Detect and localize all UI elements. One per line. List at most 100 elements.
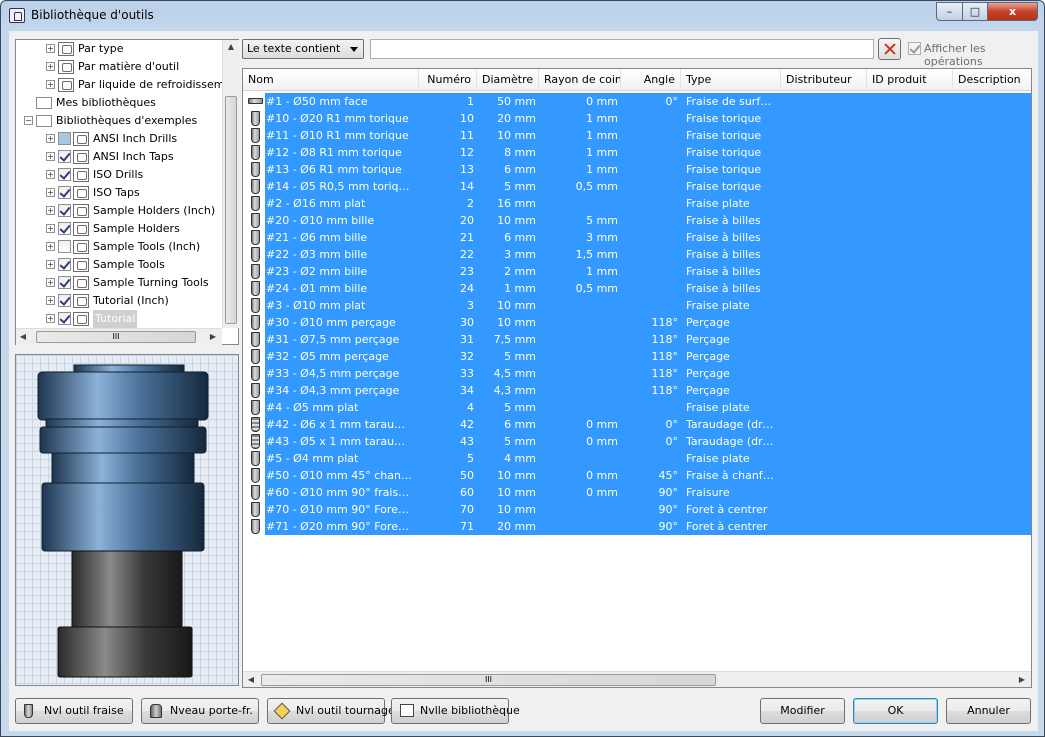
table-row[interactable]: #71 - Ø20 mm 90° Foret à c… 71 20 mm 90° For…: [243, 518, 1031, 535]
collapse-icon[interactable]: −: [24, 116, 33, 125]
expand-icon[interactable]: +: [46, 80, 55, 89]
scroll-left-arrow-icon[interactable]: ◀: [246, 675, 256, 684]
library-checkbox[interactable]: [58, 258, 71, 271]
table-row[interactable]: #21 - Ø6 mm bille 21 6 mm 3 mm Fraise à bill…: [243, 229, 1031, 246]
column-header[interactable]: Angle: [621, 69, 681, 91]
column-header[interactable]: Diamètre: [477, 69, 539, 91]
filter-text-input[interactable]: [370, 39, 874, 59]
scroll-right-arrow-icon[interactable]: ▶: [1017, 675, 1027, 684]
library-checkbox[interactable]: [58, 294, 71, 307]
scroll-left-arrow-icon[interactable]: ◀: [18, 332, 28, 341]
tree-item[interactable]: + Par matière d'outil: [16, 58, 222, 76]
close-button[interactable]: x: [987, 2, 1038, 21]
table-row[interactable]: #32 - Ø5 mm perçage 32 5 mm 118° Perçage: [243, 348, 1031, 365]
column-header[interactable]: ID produit: [867, 69, 953, 91]
tree-item[interactable]: + ANSI Inch Taps: [16, 148, 222, 166]
tree-item[interactable]: + Sample Tools (Inch): [16, 238, 222, 256]
tree-item[interactable]: + Sample Turning Tools: [16, 274, 222, 292]
new-holder-button[interactable]: Nveau porte-fr.: [141, 698, 259, 724]
library-checkbox[interactable]: [58, 222, 71, 235]
tree-horizontal-scrollbar[interactable]: ◀ III ▶: [16, 328, 222, 345]
tree-item[interactable]: + Par type: [16, 40, 222, 58]
tree-item[interactable]: − Bibliothèques d'exemples: [16, 112, 222, 130]
expand-icon[interactable]: +: [46, 44, 55, 53]
column-header[interactable]: Type: [681, 69, 781, 91]
table-row[interactable]: #10 - Ø20 R1 mm torique 10 20 mm 1 mm Fraise…: [243, 110, 1031, 127]
table-row[interactable]: #33 - Ø4,5 mm perçage 33 4,5 mm 118° Perçage: [243, 365, 1031, 382]
show-operations-checkbox[interactable]: [908, 42, 921, 55]
expand-icon[interactable]: +: [46, 134, 55, 143]
table-row[interactable]: #60 - Ø10 mm 90° fraisure 60 10 mm 0 mm 90° F…: [243, 484, 1031, 501]
table-row[interactable]: #3 - Ø10 mm plat 3 10 mm Fraise plate: [243, 297, 1031, 314]
title-bar[interactable]: Bibliothèque d'outils – □ x: [1, 1, 1044, 31]
table-row[interactable]: #31 - Ø7,5 mm perçage 31 7,5 mm 118° Perçage: [243, 331, 1031, 348]
scroll-right-arrow-icon[interactable]: ▶: [208, 332, 218, 341]
maximize-button[interactable]: □: [962, 2, 988, 21]
tree-item[interactable]: + Tutorial: [16, 310, 222, 328]
new-mill-tool-button[interactable]: Nvl outil fraise: [15, 698, 133, 724]
expand-icon[interactable]: +: [46, 296, 55, 305]
expand-icon[interactable]: +: [46, 170, 55, 179]
new-turning-tool-button[interactable]: Nvl outil tournage: [267, 698, 395, 724]
tree-item[interactable]: + Sample Holders (Inch): [16, 202, 222, 220]
table-row[interactable]: #42 - Ø6 x 1 mm taraudage … 42 6 mm 0 mm 0° T…: [243, 416, 1031, 433]
table-row[interactable]: #24 - Ø1 mm bille 24 1 mm 0,5 mm Fraise à bi…: [243, 280, 1031, 297]
table-row[interactable]: #2 - Ø16 mm plat 2 16 mm Fraise plate: [243, 195, 1031, 212]
column-header[interactable]: Numéro: [419, 69, 477, 91]
table-row[interactable]: #34 - Ø4,3 mm perçage 34 4,3 mm 118° Perçage: [243, 382, 1031, 399]
library-checkbox[interactable]: [58, 204, 71, 217]
clear-filter-button[interactable]: [878, 38, 901, 60]
table-row[interactable]: #4 - Ø5 mm plat 4 5 mm Fraise plate: [243, 399, 1031, 416]
tree-item[interactable]: Mes bibliothèques: [16, 94, 222, 112]
expand-icon[interactable]: +: [46, 206, 55, 215]
library-checkbox[interactable]: [58, 240, 71, 253]
library-checkbox[interactable]: [58, 150, 71, 163]
table-row[interactable]: #5 - Ø4 mm plat 5 4 mm Fraise plate: [243, 450, 1031, 467]
table-row[interactable]: #70 - Ø10 mm 90° Foret à c… 70 10 mm 90° For…: [243, 501, 1031, 518]
table-row[interactable]: #30 - Ø10 mm perçage 30 10 mm 118° Perçage: [243, 314, 1031, 331]
table-row[interactable]: #14 - Ø5 R0,5 mm torique 14 5 mm 0,5 mm Frai…: [243, 178, 1031, 195]
table-row[interactable]: #1 - Ø50 mm face 1 50 mm 0 mm 0° Fraise de su…: [243, 93, 1031, 110]
filter-mode-dropdown[interactable]: Le texte contient: [242, 39, 364, 59]
library-checkbox[interactable]: [58, 132, 71, 145]
ok-button[interactable]: OK: [853, 698, 938, 724]
column-header[interactable]: Rayon de coin: [539, 69, 621, 91]
expand-icon[interactable]: +: [46, 152, 55, 161]
tree-item[interactable]: + ISO Drills: [16, 166, 222, 184]
tree-hscroll-thumb[interactable]: III: [36, 331, 196, 343]
table-row[interactable]: #11 - Ø10 R1 mm torique 11 10 mm 1 mm Fraise…: [243, 127, 1031, 144]
tree-item[interactable]: + Sample Holders: [16, 220, 222, 238]
expand-icon[interactable]: +: [46, 62, 55, 71]
grid-horizontal-scrollbar[interactable]: ◀ III ▶: [243, 671, 1031, 687]
library-checkbox[interactable]: [58, 168, 71, 181]
column-header[interactable]: Distributeur: [781, 69, 867, 91]
expand-icon[interactable]: +: [46, 224, 55, 233]
tree-item[interactable]: + ANSI Inch Drills: [16, 130, 222, 148]
table-row[interactable]: #50 - Ø10 mm 45° chanfrein 50 10 mm 0 mm 45°…: [243, 467, 1031, 484]
minimize-button[interactable]: –: [936, 2, 963, 21]
new-library-button[interactable]: Nvlle bibliothèque: [391, 698, 520, 724]
tree-item[interactable]: + Sample Tools: [16, 256, 222, 274]
table-row[interactable]: #12 - Ø8 R1 mm torique 12 8 mm 1 mm Fraise t…: [243, 144, 1031, 161]
tree-item[interactable]: + ISO Taps: [16, 184, 222, 202]
tree-item[interactable]: + Tutorial (Inch): [16, 292, 222, 310]
expand-icon[interactable]: +: [46, 242, 55, 251]
library-checkbox[interactable]: [58, 276, 71, 289]
table-row[interactable]: #23 - Ø2 mm bille 23 2 mm 1 mm Fraise à bill…: [243, 263, 1031, 280]
expand-icon[interactable]: +: [46, 260, 55, 269]
column-header[interactable]: Nom: [243, 69, 419, 91]
table-row[interactable]: #20 - Ø10 mm bille 20 10 mm 5 mm Fraise à bi…: [243, 212, 1031, 229]
cancel-button[interactable]: Annuler: [946, 698, 1031, 724]
table-row[interactable]: #43 - Ø5 x 1 mm taraudage … 43 5 mm 0 mm 0° T…: [243, 433, 1031, 450]
expand-icon[interactable]: +: [46, 188, 55, 197]
tree-item[interactable]: + Par liquide de refroidissemen: [16, 76, 238, 94]
table-row[interactable]: #13 - Ø6 R1 mm torique 13 6 mm 1 mm Fraise t…: [243, 161, 1031, 178]
expand-icon[interactable]: +: [46, 314, 55, 323]
table-row[interactable]: #22 - Ø3 mm bille 22 3 mm 1,5 mm Fraise à bi…: [243, 246, 1031, 263]
scroll-up-arrow-icon[interactable]: ▲: [223, 42, 239, 51]
library-checkbox[interactable]: [58, 312, 71, 325]
column-header[interactable]: Description: [953, 69, 1031, 91]
tree-vscroll-thumb[interactable]: [225, 96, 237, 324]
expand-icon[interactable]: +: [46, 278, 55, 287]
tree-vertical-scrollbar[interactable]: ▲: [222, 40, 239, 328]
